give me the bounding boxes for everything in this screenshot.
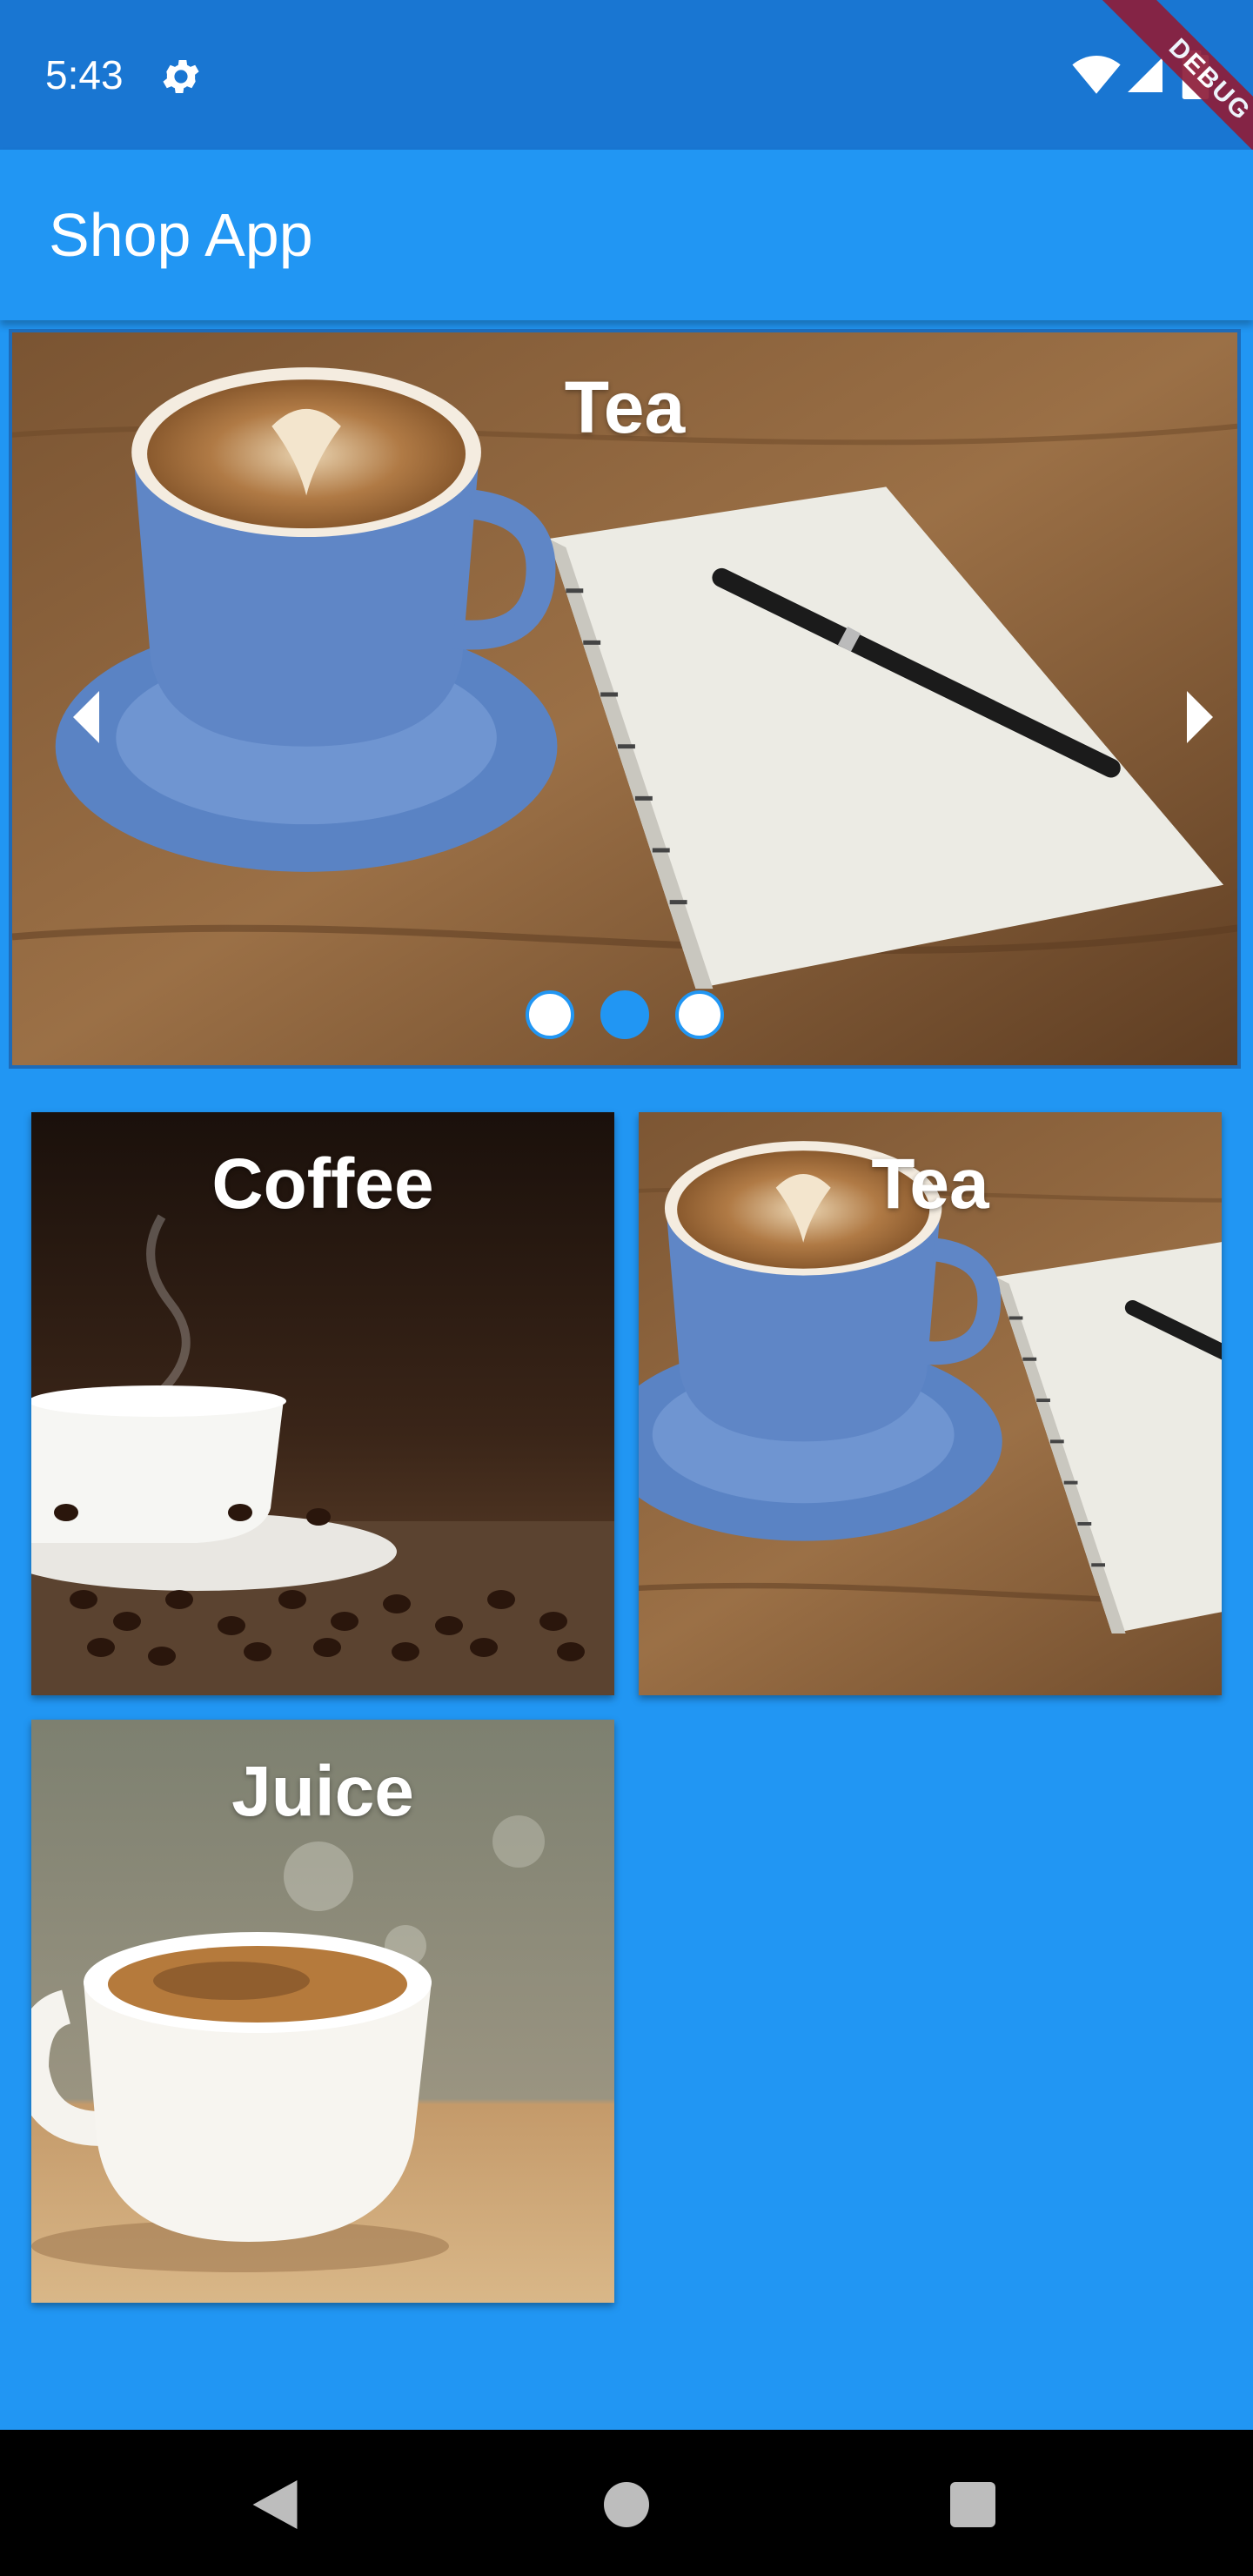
product-title: Tea xyxy=(871,1144,989,1224)
carousel-dot[interactable] xyxy=(526,990,574,1039)
back-icon[interactable] xyxy=(252,2480,298,2529)
image-carousel[interactable]: Tea xyxy=(9,329,1241,1069)
app-bar: Shop App xyxy=(0,150,1253,320)
carousel-indicator xyxy=(12,990,1237,1039)
product-title: Juice xyxy=(231,1752,414,1831)
home-icon[interactable] xyxy=(604,2482,649,2527)
carousel-dot[interactable] xyxy=(675,990,724,1039)
carousel-slide-title: Tea xyxy=(564,366,686,448)
recents-icon[interactable] xyxy=(950,2482,995,2527)
status-time: 5:43 xyxy=(45,52,124,97)
carousel-dot-active[interactable] xyxy=(600,990,649,1039)
gear-icon xyxy=(163,60,199,93)
chevron-right-icon[interactable] xyxy=(1187,691,1213,743)
product-card-tea[interactable]: Tea xyxy=(639,1112,1222,1695)
page-title: Shop App xyxy=(49,201,313,269)
product-card-juice[interactable]: Juice xyxy=(31,1720,614,2303)
status-bar: 5:43 DEBUG xyxy=(0,0,1253,191)
product-card-coffee[interactable]: Coffee xyxy=(31,1112,614,1695)
product-title: Coffee xyxy=(211,1144,434,1224)
chevron-left-icon[interactable] xyxy=(73,691,99,743)
